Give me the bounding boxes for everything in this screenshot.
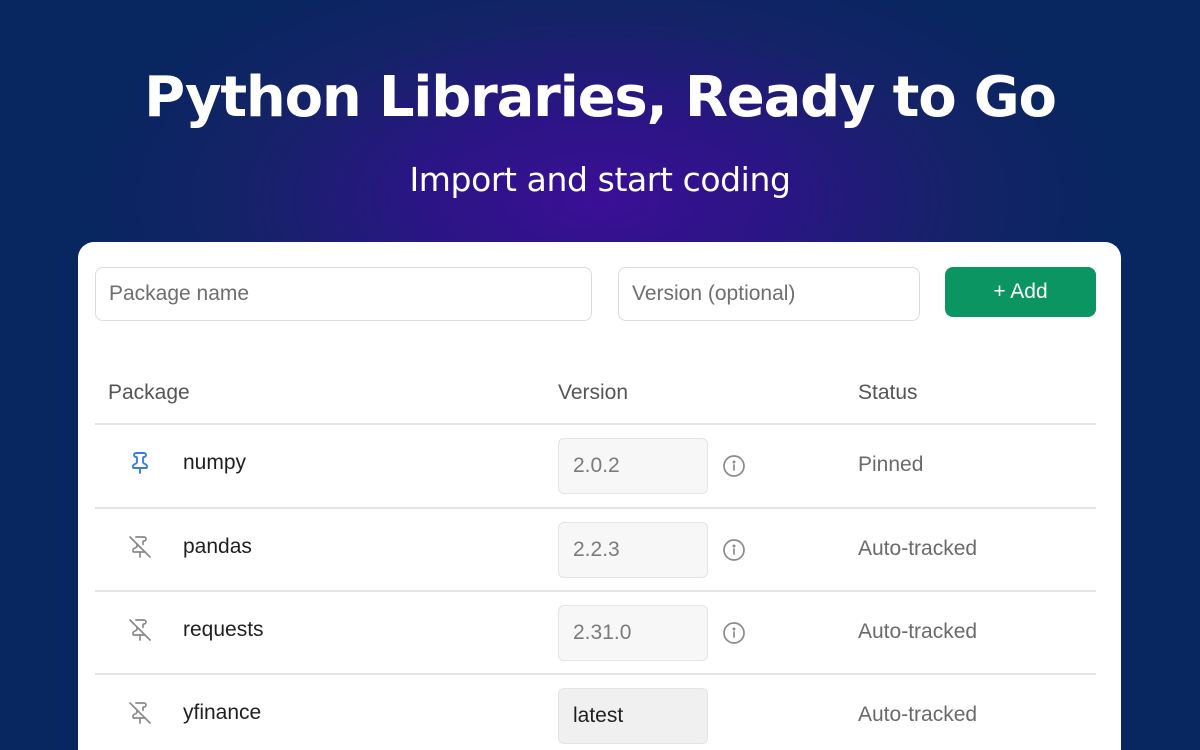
info-icon[interactable]	[722, 621, 746, 645]
version-value[interactable]: 2.0.2	[558, 438, 708, 494]
version-value[interactable]: 2.31.0	[558, 605, 708, 661]
pin-off-icon[interactable]	[128, 535, 152, 559]
column-header-version: Version	[558, 381, 629, 404]
version-value[interactable]: latest	[558, 688, 708, 744]
pin-off-icon[interactable]	[128, 618, 152, 642]
version-value[interactable]: 2.2.3	[558, 522, 708, 578]
table-row: requests 2.31.0 Auto-tracked	[95, 591, 1096, 674]
status-label: Auto-tracked	[858, 620, 978, 643]
package-name: numpy	[183, 451, 247, 474]
package-name: pandas	[183, 535, 252, 558]
package-name: requests	[183, 618, 264, 641]
column-header-status: Status	[858, 381, 918, 404]
info-icon[interactable]	[722, 454, 746, 478]
info-icon[interactable]	[722, 538, 746, 562]
table-row: yfinance latest Auto-tracked	[95, 674, 1096, 750]
version-input[interactable]	[618, 267, 920, 321]
page-subtitle: Import and start coding	[409, 160, 791, 199]
page-title: Python Libraries, Ready to Go	[144, 65, 1057, 130]
table-row: pandas 2.2.3 Auto-tracked	[95, 508, 1096, 591]
packages-card: + Add Package Version Status numpy 2.0.2…	[78, 242, 1121, 750]
package-name-input[interactable]	[95, 267, 592, 321]
status-label: Pinned	[858, 453, 924, 476]
add-package-button[interactable]: + Add	[945, 267, 1096, 317]
pin-off-icon[interactable]	[128, 701, 152, 725]
column-header-package: Package	[108, 381, 190, 404]
status-label: Auto-tracked	[858, 537, 978, 560]
pin-icon[interactable]	[128, 451, 152, 475]
status-label: Auto-tracked	[858, 703, 978, 726]
package-name: yfinance	[183, 701, 262, 724]
table-row: numpy 2.0.2 Pinned	[95, 424, 1096, 507]
